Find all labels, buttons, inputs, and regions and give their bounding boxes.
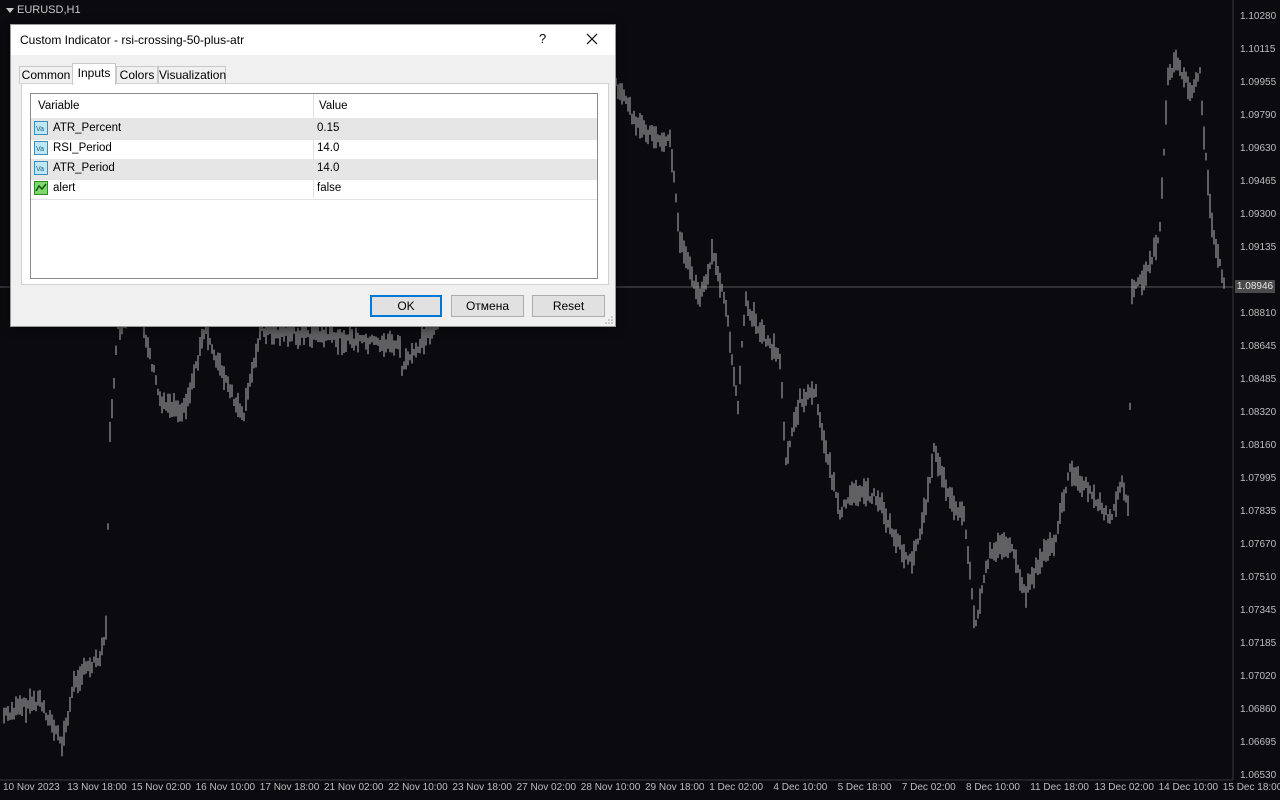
price-tick-label: 1.10115 [1240,44,1276,55]
price-tick-label: 1.10280 [1240,11,1277,22]
price-tick-label: 1.07510 [1240,572,1277,583]
price-tick-label: 1.07835 [1240,506,1277,517]
variable-icon: Va [34,161,48,175]
help-button[interactable]: ? [539,31,546,46]
price-tick-label: 1.09465 [1240,176,1277,187]
boolean-icon [34,181,48,195]
row-variable: alert [53,182,76,194]
time-tick-label: 17 Nov 18:00 [259,782,320,793]
price-tick-label: 1.06695 [1240,737,1277,748]
price-tick-label: 1.08810 [1240,308,1277,319]
time-tick-label: 23 Nov 18:00 [452,782,512,793]
current-price-badge: 1.08946 [1235,280,1275,293]
time-tick-label: 1 Dec 02:00 [709,782,764,793]
close-icon [586,33,598,45]
price-tick-label: 1.06860 [1240,704,1277,715]
svg-text:Va: Va [36,126,44,133]
inputs-panel: Variable Value Va ATR_Percent 0.15 Va RS… [21,83,609,285]
table-header: Variable Value [31,94,597,119]
ok-button[interactable]: OK [370,295,442,317]
time-tick-label: 8 Dec 10:00 [966,782,1020,793]
variable-icon: Va [34,121,48,135]
table-row[interactable]: alert false [31,179,597,200]
custom-indicator-dialog: Custom Indicator - rsi-crossing-50-plus-… [10,24,616,327]
svg-text:Va: Va [36,146,44,153]
table-row[interactable]: Va ATR_Percent 0.15 [31,119,597,140]
time-tick-label: 10 Nov 2023 [3,782,60,793]
price-tick-label: 1.07185 [1240,638,1277,649]
price-tick-label: 1.07020 [1240,671,1277,682]
time-tick-label: 7 Dec 02:00 [901,782,956,793]
price-tick-label: 1.08485 [1240,374,1277,385]
table-row[interactable]: Va RSI_Period 14.0 [31,139,597,160]
price-tick-label: 1.09300 [1240,209,1277,220]
time-tick-label: 27 Nov 02:00 [516,782,577,793]
dropdown-arrow-icon[interactable] [6,7,14,13]
resize-grip-icon[interactable] [605,316,613,324]
inputs-table: Variable Value Va ATR_Percent 0.15 Va RS… [30,93,598,279]
price-tick-label: 1.08645 [1240,341,1277,352]
price-tick-label: 1.09630 [1240,143,1277,154]
time-tick-label: 5 Dec 18:00 [837,782,892,793]
price-tick-label: 1.07670 [1240,539,1277,550]
time-tick-label: 11 Dec 18:00 [1030,782,1089,793]
row-variable: ATR_Period [53,162,115,174]
close-button[interactable] [581,30,603,50]
time-tick-label: 4 Dec 10:00 [773,782,828,793]
tab-inputs[interactable]: Inputs [72,63,116,85]
price-tick-label: 1.08160 [1240,440,1277,451]
price-tick-label: 1.08320 [1240,407,1277,418]
price-tick-label: 1.09790 [1240,110,1277,121]
row-variable: ATR_Percent [53,122,122,134]
table-row[interactable]: Va ATR_Period 14.0 [31,159,597,180]
tab-common[interactable]: Common [19,66,73,84]
symbol-text: EURUSD,H1 [17,4,81,16]
row-variable: RSI_Period [53,142,112,154]
time-tick-label: 13 Dec 02:00 [1094,782,1154,793]
time-tick-label: 16 Nov 10:00 [195,782,256,793]
row-value[interactable]: 14.0 [317,162,339,174]
tab-colors[interactable]: Colors [116,66,158,84]
row-value[interactable]: false [317,182,341,194]
price-tick-label: 1.07995 [1240,473,1277,484]
dialog-titlebar[interactable]: Custom Indicator - rsi-crossing-50-plus-… [11,25,615,55]
time-tick-label: 29 Nov 18:00 [645,782,705,793]
time-tick-label: 14 Dec 10:00 [1158,782,1219,793]
dialog-title: Custom Indicator - rsi-crossing-50-plus-… [20,33,245,47]
row-value[interactable]: 14.0 [317,142,339,154]
cancel-button[interactable]: Отмена [451,295,524,317]
svg-text:Va: Va [36,166,44,173]
time-tick-label: 13 Nov 18:00 [67,782,127,793]
tab-visualization[interactable]: Visualization [158,66,226,84]
time-tick-label: 22 Nov 10:00 [388,782,448,793]
time-tick-label: 15 Dec 18:00 [1222,782,1280,793]
time-tick-label: 28 Nov 10:00 [580,782,641,793]
row-value[interactable]: 0.15 [317,122,339,134]
header-value[interactable]: Value [319,100,348,112]
symbol-label[interactable]: EURUSD,H1 [6,4,81,16]
price-tick-label: 1.09955 [1240,77,1277,88]
time-tick-label: 15 Nov 02:00 [131,782,191,793]
header-variable[interactable]: Variable [38,100,79,112]
variable-icon: Va [34,141,48,155]
price-tick-label: 1.07345 [1240,605,1277,616]
reset-button[interactable]: Reset [532,295,605,317]
time-tick-label: 21 Nov 02:00 [324,782,384,793]
price-tick-label: 1.06530 [1240,770,1277,781]
price-tick-label: 1.09135 [1240,242,1277,253]
